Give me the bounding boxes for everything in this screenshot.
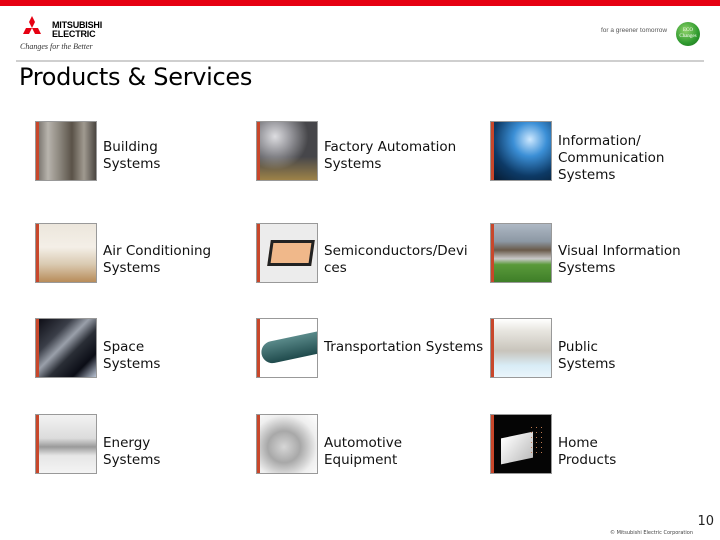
product-label: Energy Systems: [103, 435, 161, 468]
elevator-photo-icon: [35, 121, 97, 181]
product-label: Automotive Equipment: [324, 435, 403, 468]
product-label: Semiconductors/Devi ces: [324, 243, 468, 276]
fiber-optics-photo-icon: [490, 121, 552, 181]
header-divider: [16, 60, 704, 62]
eco-changes-badge-icon: ECO Changes: [676, 22, 700, 46]
three-diamonds-icon: [23, 16, 41, 34]
product-label: Home Products: [558, 435, 617, 468]
stadium-screen-photo-icon: [490, 223, 552, 283]
product-label: Visual Information Systems: [558, 243, 681, 276]
mitsubishi-logo[interactable]: MITSUBISHI ELECTRIC Changes for the Bett…: [20, 14, 120, 54]
brand-name: MITSUBISHI ELECTRIC: [52, 21, 102, 39]
product-label: Public Systems: [558, 339, 616, 372]
ceiling-ac-photo-icon: [35, 223, 97, 283]
car-photo-icon: [256, 414, 318, 474]
water-plant-photo-icon: [490, 318, 552, 378]
product-label: Space Systems: [103, 339, 161, 372]
satellite-photo-icon: [35, 318, 97, 378]
product-label: Information/ Communication Systems: [558, 133, 665, 183]
product-label: Air Conditioning Systems: [103, 243, 212, 276]
generator-photo-icon: [35, 414, 97, 474]
slogan: for a greener tomorrow: [601, 27, 668, 34]
top-brand-bar: [0, 0, 720, 6]
page-number: 10: [697, 514, 714, 529]
chip-photo-icon: [256, 223, 318, 283]
product-label: Factory Automation Systems: [324, 139, 457, 172]
brand-tagline: Changes for the Better: [20, 42, 93, 51]
page-title: Products & Services: [19, 63, 253, 91]
robot-arm-photo-icon: [256, 121, 318, 181]
copyright-notice: © Mitsubishi Electric Corporation: [610, 530, 693, 536]
brand-line-2: ELECTRIC: [52, 29, 96, 39]
product-label: Transportation Systems: [324, 339, 484, 355]
house-photo-icon: [490, 414, 552, 474]
train-photo-icon: [256, 318, 318, 378]
product-label: Building Systems: [103, 139, 161, 172]
